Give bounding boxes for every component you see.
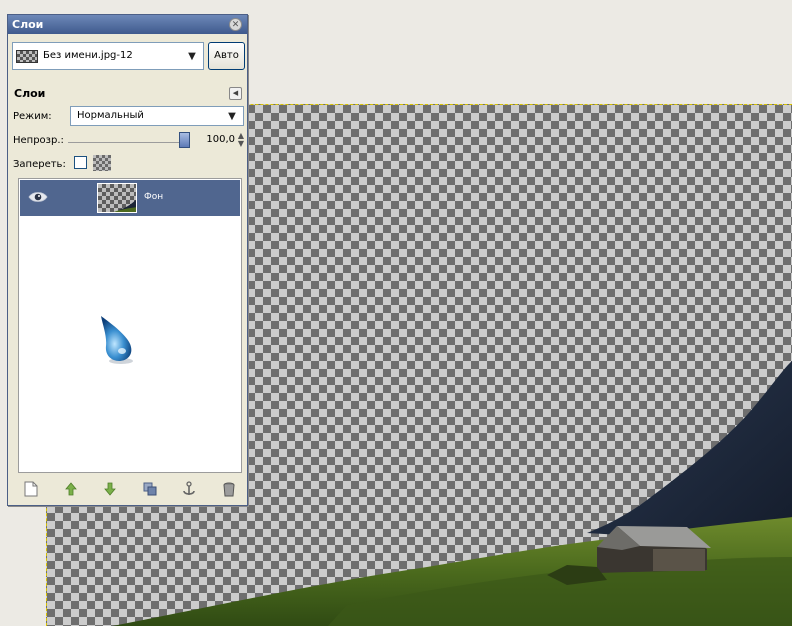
opacity-value[interactable]: 100,0 (193, 132, 235, 148)
chevron-down-icon[interactable]: ▼ (221, 107, 243, 125)
layer-toolbar (16, 477, 244, 501)
lower-layer-icon (104, 482, 117, 496)
spin-arrows-icon[interactable]: ▲ ▼ (238, 132, 244, 148)
layers-section-title: Слои (14, 87, 46, 100)
auto-button[interactable]: Авто (208, 42, 245, 70)
lower-layer-button[interactable] (101, 480, 119, 498)
anchor-layer-button[interactable] (180, 480, 198, 498)
image-thumbnail (16, 50, 38, 63)
close-button[interactable]: ✕ (229, 18, 242, 31)
lock-label: Запереть: (13, 159, 66, 170)
image-name: Без имени.jpg-12 (43, 50, 133, 61)
layer-list[interactable]: Фон (18, 178, 242, 473)
opacity-label: Непрозр.: (13, 135, 64, 146)
raise-layer-button[interactable] (62, 480, 80, 498)
dialog-title: Слои (12, 18, 44, 31)
close-icon: ✕ (231, 20, 240, 30)
anchor-layer-icon (183, 481, 196, 495)
image-selector-row: Без имени.jpg-12 ▼ Авто (12, 41, 245, 71)
raise-layer-icon (64, 482, 77, 496)
lock-checkbox[interactable] (74, 156, 87, 169)
new-layer-icon (24, 481, 38, 497)
dialog-menu-button[interactable]: ◀ (229, 87, 242, 100)
dialog-titlebar[interactable]: Слои ✕ (8, 15, 247, 34)
eye-icon[interactable] (28, 190, 48, 204)
duplicate-layer-icon (143, 482, 157, 496)
new-layer-button[interactable] (22, 480, 40, 498)
mode-label: Режим: (13, 111, 52, 122)
mode-select[interactable]: Нормальный ▼ (70, 106, 244, 126)
duplicate-layer-button[interactable] (141, 480, 159, 498)
water-drop-icon (101, 316, 133, 364)
opacity-slider-handle[interactable] (179, 132, 190, 148)
delete-layer-icon (223, 482, 235, 496)
lock-alpha-icon (93, 155, 111, 171)
delete-layer-button[interactable] (220, 480, 238, 498)
mode-value: Нормальный (77, 110, 144, 121)
image-select[interactable]: Без имени.jpg-12 ▼ (12, 42, 204, 70)
layer-name: Фон (144, 192, 164, 202)
triangle-left-icon: ◀ (232, 89, 239, 97)
layer-thumbnail (97, 183, 137, 213)
chevron-down-icon[interactable]: ▼ (181, 43, 203, 69)
opacity-slider-track[interactable] (68, 142, 188, 143)
layer-row[interactable]: Фон (20, 180, 240, 216)
layers-dialog: Слои ✕ Без имени.jpg-12 ▼ Авто Слои ◀ Ре… (7, 14, 248, 506)
